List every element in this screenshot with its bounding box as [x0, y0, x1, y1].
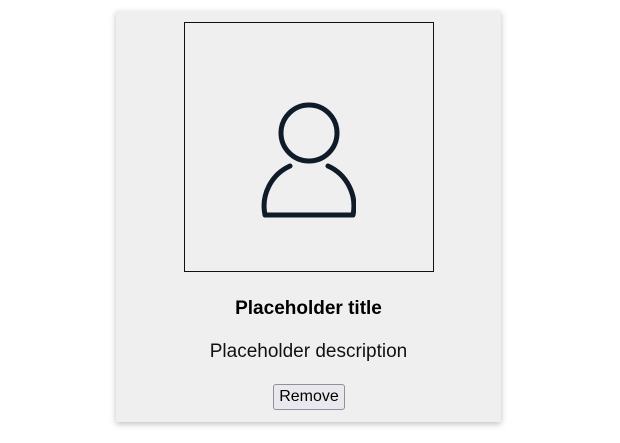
- placeholder-card: Placeholder title Placeholder descriptio…: [116, 11, 501, 422]
- card-title: Placeholder title: [235, 298, 382, 319]
- card-description: Placeholder description: [209, 341, 408, 362]
- avatar-frame: [184, 22, 434, 272]
- remove-button[interactable]: Remove: [273, 384, 345, 410]
- person-icon: [261, 102, 356, 218]
